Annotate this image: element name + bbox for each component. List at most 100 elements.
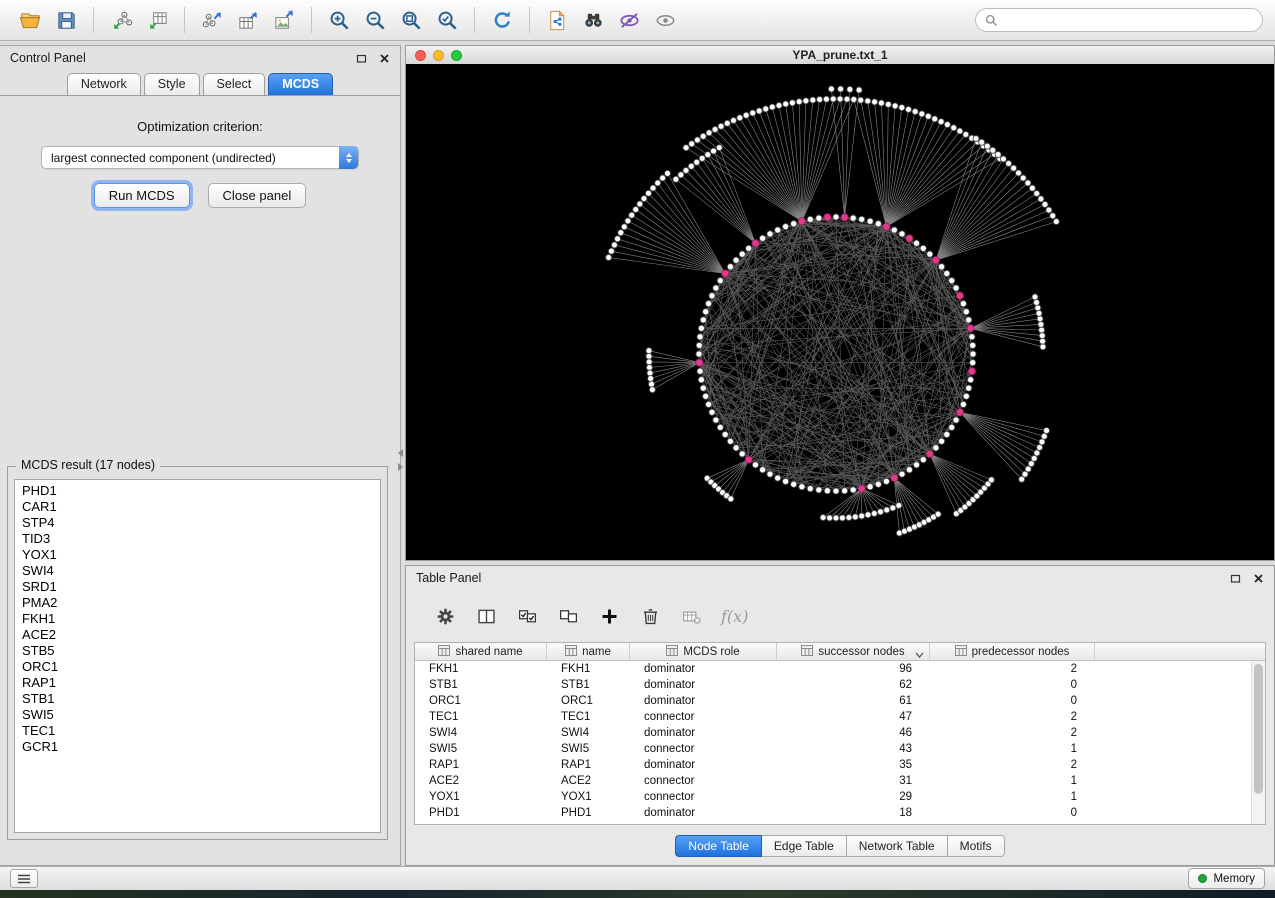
refresh-button[interactable] <box>486 4 518 36</box>
scrollbar-thumb[interactable] <box>1254 664 1263 794</box>
annotation-eye-button[interactable] <box>613 4 645 36</box>
tab-node-table[interactable]: Node Table <box>675 835 762 857</box>
table-row[interactable]: RAP1RAP1dominator352 <box>415 757 1252 773</box>
toolbar-separator <box>93 7 94 33</box>
search-input[interactable] <box>1004 12 1253 28</box>
run-mcds-button[interactable]: Run MCDS <box>94 183 190 208</box>
close-panel-icon[interactable] <box>379 53 390 64</box>
mcds-result-item[interactable]: RAP1 <box>22 675 380 691</box>
maximize-window-icon[interactable] <box>451 50 462 61</box>
criterion-dropdown[interactable]: largest connected component (undirected) <box>41 146 359 169</box>
save-button[interactable] <box>50 4 82 36</box>
table-cell: SWI4 <box>415 727 547 739</box>
network-canvas[interactable] <box>406 64 1274 560</box>
toolbar-separator <box>311 7 312 33</box>
deselect-all-button[interactable] <box>557 605 579 627</box>
table-row[interactable]: STB1STB1dominator620 <box>415 677 1252 693</box>
hide-columns-button[interactable] <box>680 605 702 627</box>
float-panel-icon[interactable] <box>356 53 367 64</box>
zoom-out-button[interactable] <box>359 4 391 36</box>
network-window-titlebar[interactable]: YPA_prune.txt_1 <box>406 46 1274 65</box>
panel-splitter[interactable] <box>397 447 404 473</box>
control-panel: Control Panel NetworkStyleSelectMCDS Opt… <box>0 45 401 866</box>
export-table-button[interactable] <box>232 4 264 36</box>
zoom-selected-button[interactable] <box>431 4 463 36</box>
collapse-right-icon[interactable] <box>398 463 403 471</box>
main-toolbar-icons <box>12 4 683 36</box>
tab-network-table[interactable]: Network Table <box>847 835 948 857</box>
mcds-result-item[interactable]: ORC1 <box>22 659 380 675</box>
tab-network[interactable]: Network <box>67 73 141 95</box>
function-builder-button[interactable]: f(x) <box>721 605 748 627</box>
table-panel-header: Table Panel <box>406 566 1274 590</box>
column-header-successor-nodes[interactable]: successor nodes <box>777 643 930 660</box>
settings-button[interactable] <box>434 605 456 627</box>
table-cell: connector <box>630 775 777 787</box>
memory-label: Memory <box>1213 873 1255 885</box>
tab-edge-table[interactable]: Edge Table <box>762 835 847 857</box>
table-row[interactable]: ACE2ACE2connector311 <box>415 773 1252 789</box>
column-header-mcds-role[interactable]: MCDS role <box>630 643 777 660</box>
tab-mcds[interactable]: MCDS <box>268 73 333 95</box>
import-table-button[interactable] <box>141 4 173 36</box>
columns-button[interactable] <box>475 605 497 627</box>
table-scrollbar[interactable] <box>1251 661 1265 824</box>
close-window-icon[interactable] <box>415 50 426 61</box>
mcds-result-item[interactable]: ACE2 <box>22 627 380 643</box>
table-cell: YOX1 <box>415 791 547 803</box>
float-table-panel-icon[interactable] <box>1230 573 1241 584</box>
table-row[interactable]: PHD1PHD1dominator180 <box>415 805 1252 821</box>
close-panel-button[interactable]: Close panel <box>208 183 307 208</box>
export-image-button[interactable] <box>268 4 300 36</box>
memory-button[interactable]: Memory <box>1188 868 1265 889</box>
mcds-result-item[interactable]: STB5 <box>22 643 380 659</box>
table-row[interactable]: FKH1FKH1dominator962 <box>415 661 1252 677</box>
tab-select[interactable]: Select <box>203 73 266 95</box>
tab-motifs[interactable]: Motifs <box>948 835 1005 857</box>
mcds-result-item[interactable]: SWI4 <box>22 563 380 579</box>
table-cell: 31 <box>777 775 930 787</box>
mcds-result-item[interactable]: STB1 <box>22 691 380 707</box>
memory-status-icon <box>1198 874 1207 883</box>
import-network-button[interactable] <box>105 4 137 36</box>
mcds-result-item[interactable]: STP4 <box>22 515 380 531</box>
mcds-result-item[interactable]: SRD1 <box>22 579 380 595</box>
open-button[interactable] <box>14 4 46 36</box>
delete-row-button[interactable] <box>639 605 661 627</box>
share-document-button[interactable] <box>541 4 573 36</box>
show-graphics-button[interactable] <box>649 4 681 36</box>
mcds-result-item[interactable]: GCR1 <box>22 739 380 755</box>
search-box[interactable] <box>975 8 1263 32</box>
minimize-window-icon[interactable] <box>433 50 444 61</box>
tab-style[interactable]: Style <box>144 73 200 95</box>
mcds-result-item[interactable]: TEC1 <box>22 723 380 739</box>
mcds-result-list[interactable]: PHD1CAR1STP4TID3YOX1SWI4SRD1PMA2FKH1ACE2… <box>14 479 381 833</box>
table-row[interactable]: SWI5SWI5connector431 <box>415 741 1252 757</box>
table-row[interactable]: SWI4SWI4dominator462 <box>415 725 1252 741</box>
mcds-result-item[interactable]: CAR1 <box>22 499 380 515</box>
control-panel-tabs: NetworkStyleSelectMCDS <box>0 70 400 96</box>
mcds-result-item[interactable]: PHD1 <box>22 483 380 499</box>
mcds-result-item[interactable]: YOX1 <box>22 547 380 563</box>
column-header-predecessor-nodes[interactable]: predecessor nodes <box>930 643 1095 660</box>
column-header-shared-name[interactable]: shared name <box>415 643 547 660</box>
network-graph[interactable] <box>406 64 1274 560</box>
table-row[interactable]: YOX1YOX1connector291 <box>415 789 1252 805</box>
add-row-button[interactable] <box>598 605 620 627</box>
export-network-button[interactable] <box>196 4 228 36</box>
zoom-in-button[interactable] <box>323 4 355 36</box>
collapse-left-icon[interactable] <box>398 449 403 457</box>
select-all-button[interactable] <box>516 605 538 627</box>
sort-chevron-icon[interactable] <box>915 649 924 660</box>
mcds-result-item[interactable]: FKH1 <box>22 611 380 627</box>
mcds-result-item[interactable]: TID3 <box>22 531 380 547</box>
close-table-panel-icon[interactable] <box>1253 573 1264 584</box>
column-header-name[interactable]: name <box>547 643 630 660</box>
search-objects-button[interactable] <box>577 4 609 36</box>
zoom-fit-button[interactable] <box>395 4 427 36</box>
table-row[interactable]: TEC1TEC1connector472 <box>415 709 1252 725</box>
mcds-result-item[interactable]: SWI5 <box>22 707 380 723</box>
table-row[interactable]: ORC1ORC1dominator610 <box>415 693 1252 709</box>
mcds-result-item[interactable]: PMA2 <box>22 595 380 611</box>
status-menu-button[interactable] <box>10 869 38 888</box>
